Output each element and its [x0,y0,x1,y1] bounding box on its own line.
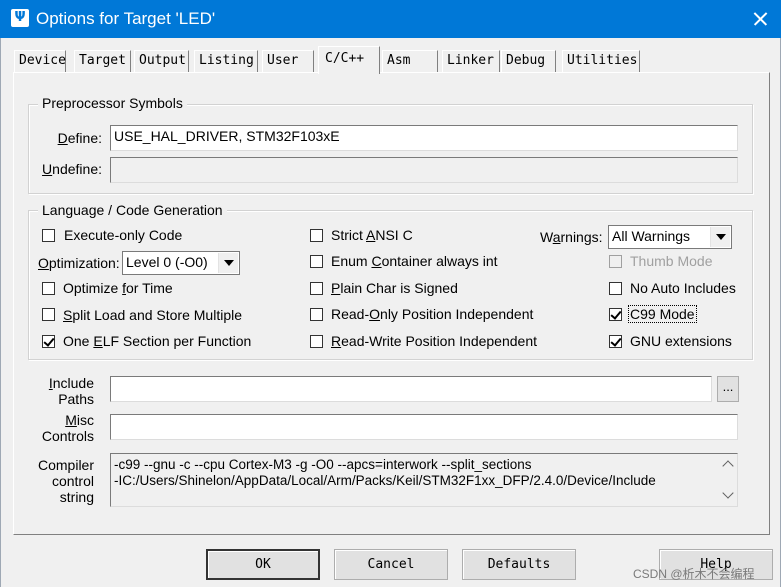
tab-listing[interactable]: Listing [194,50,258,72]
optimize-time-label: Optimize for Time [63,280,173,296]
split-load-store-label: Split Load and Store Multiple [63,307,243,323]
warnings-select[interactable]: All Warnings [608,225,732,249]
compiler-control-line-2: -IC:/Users/Shinelon/AppData/Local/Arm/Pa… [114,473,656,488]
watermark: CSDN @析木不会编程 [633,567,755,581]
title-bar: Ψ Options for Target 'LED' [0,0,781,38]
optimize-time-checkbox[interactable] [42,282,55,295]
window-title: Options for Target 'LED' [36,9,216,28]
execute-only-label: Execute-only Code [64,227,183,243]
keil-uvision-icon: Ψ [11,9,29,27]
no-auto-includes-label: No Auto Includes [630,280,736,296]
cancel-button[interactable]: Cancel [334,549,448,580]
codegen-group-label: Language / Code Generation [38,202,227,218]
compiler-control-line-1: -c99 --gnu -c --cpu Cortex-M3 -g -O0 --a… [114,457,532,472]
thumb-mode-checkbox[interactable] [609,255,622,268]
chevron-down-icon[interactable] [710,227,730,247]
execute-only-checkbox[interactable] [42,229,55,242]
ro-position-independent-label: Read-Only Position Independent [331,306,534,322]
thumb-mode-label: Thumb Mode [630,253,713,269]
tab-cc[interactable]: C/C++ [318,46,380,74]
compiler-control-label-1: Compiler [37,457,94,473]
tab-user[interactable]: User [262,50,314,72]
tab-target[interactable]: Target [74,50,131,72]
include-paths-browse-button[interactable]: ... [717,376,739,402]
no-auto-includes-checkbox[interactable] [609,282,622,295]
optimization-value: Level 0 (-O0) [126,254,208,270]
chevron-up-icon[interactable] [722,460,734,472]
c99-mode-checkbox[interactable] [609,308,622,321]
warnings-label: Warnings: [540,229,603,245]
include-paths-label: Include Paths [34,375,94,407]
optimization-select[interactable]: Level 0 (-O0) [122,251,240,275]
ok-button[interactable]: OK [206,549,320,580]
vertical-scrollbar[interactable] [719,454,737,506]
misc-controls-input[interactable] [110,414,738,440]
plain-char-signed-checkbox[interactable] [310,282,323,295]
c99-mode-label: C99 Mode [628,305,697,323]
strict-ansi-checkbox[interactable] [310,229,323,242]
compiler-control-label: Compiler control string [30,457,94,505]
rw-position-independent-checkbox[interactable] [310,335,323,348]
misc-controls-label-2: Controls [41,428,94,444]
split-load-store-checkbox[interactable] [42,308,55,321]
defaults-button[interactable]: Defaults [462,549,576,580]
compiler-control-string[interactable]: -c99 --gnu -c --cpu Cortex-M3 -g -O0 --a… [110,453,738,507]
tab-output[interactable]: Output [134,50,189,72]
tab-asm[interactable]: Asm [382,50,438,72]
tab-utilities[interactable]: Utilities [562,50,640,72]
enum-container-checkbox[interactable] [310,255,323,268]
compiler-control-label-2: control [51,473,94,489]
gnu-extensions-label: GNU extensions [630,333,732,349]
ro-position-independent-checkbox[interactable] [310,308,323,321]
close-icon[interactable] [739,0,781,38]
one-elf-section-label: One ELF Section per Function [63,333,252,349]
enum-container-label: Enum Container always int [331,253,498,269]
include-paths-input[interactable] [110,376,712,402]
optimization-label: Optimization: [38,255,120,271]
strict-ansi-label: Strict ANSI C [331,227,413,243]
plain-char-signed-label: Plain Char is Signed [331,280,458,296]
tab-device[interactable]: Device [14,50,66,72]
include-paths-label-2: Paths [58,391,94,407]
tab-linker[interactable]: Linker [442,50,500,72]
preprocessor-group-label: Preprocessor Symbols [38,95,187,111]
define-input[interactable]: USE_HAL_DRIVER, STM32F103xE [110,125,738,151]
warnings-value: All Warnings [612,228,691,244]
undefine-label: Undefine: [42,161,102,177]
tab-debug[interactable]: Debug [501,50,556,72]
chevron-down-icon[interactable] [218,253,238,273]
undefine-input[interactable] [110,157,738,183]
gnu-extensions-checkbox[interactable] [609,335,622,348]
compiler-control-label-3: string [59,489,94,505]
misc-controls-label: Misc Controls [34,412,94,444]
chevron-down-icon[interactable] [722,487,734,499]
one-elf-section-checkbox[interactable] [42,335,55,348]
rw-position-independent-label: Read-Write Position Independent [331,333,537,349]
define-label: Define: [57,130,102,146]
